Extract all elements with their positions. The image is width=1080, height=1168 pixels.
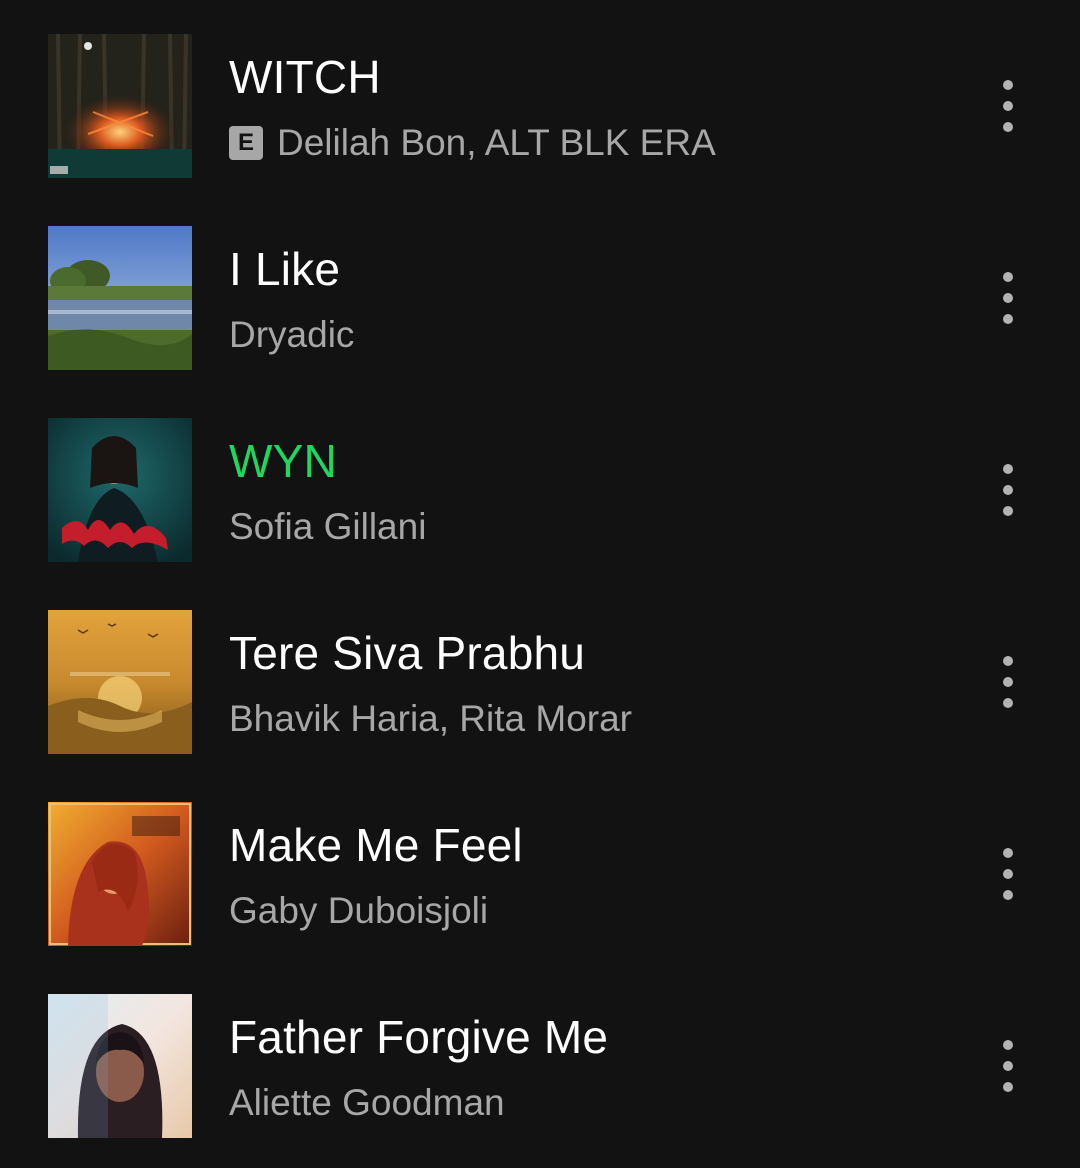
track-artists: Bhavik Haria, Rita Morar bbox=[229, 698, 633, 739]
wyn-cover-art bbox=[48, 418, 192, 562]
more-vertical-icon-dot bbox=[1003, 1061, 1013, 1071]
track-row-witch[interactable]: WITCH E Delilah Bon, ALT BLK ERA bbox=[0, 0, 1080, 192]
track-row-tere-siva-prabhu[interactable]: Tere Siva Prabhu Bhavik Haria, Rita Mora… bbox=[0, 576, 1080, 768]
track-title: Father Forgive Me bbox=[229, 1011, 609, 1063]
track-artists: Dryadic bbox=[229, 314, 355, 355]
make-me-feel-cover-art bbox=[48, 802, 192, 946]
more-vertical-icon-dot bbox=[1003, 314, 1013, 324]
more-vertical-icon-dot bbox=[1003, 1082, 1013, 1092]
track-title-now-playing: WYN bbox=[229, 435, 337, 487]
more-options-button[interactable] bbox=[982, 1026, 1034, 1106]
more-options-button[interactable] bbox=[982, 66, 1034, 146]
album-cover-wyn[interactable] bbox=[48, 418, 192, 562]
more-options-button[interactable] bbox=[982, 642, 1034, 722]
more-vertical-icon-dot bbox=[1003, 293, 1013, 303]
track-subtitle: Bhavik Haria, Rita Morar bbox=[229, 696, 632, 742]
more-vertical-icon-dot bbox=[1003, 506, 1013, 516]
more-vertical-icon-dot bbox=[1003, 485, 1013, 495]
track-list: WITCH E Delilah Bon, ALT BLK ERA I Like … bbox=[0, 0, 1080, 1168]
track-artists: Sofia Gillani bbox=[229, 506, 427, 547]
track-subtitle: Aliette Goodman bbox=[229, 1080, 505, 1126]
album-cover-make-me-feel[interactable] bbox=[48, 802, 192, 946]
album-cover-father-forgive-me[interactable] bbox=[48, 994, 192, 1138]
i-like-cover-art bbox=[48, 226, 192, 370]
more-vertical-icon-dot bbox=[1003, 101, 1013, 111]
track-subtitle: Sofia Gillani bbox=[229, 504, 426, 550]
track-title: Tere Siva Prabhu bbox=[229, 627, 586, 679]
more-options-button[interactable] bbox=[982, 834, 1034, 914]
more-vertical-icon bbox=[1003, 464, 1013, 474]
track-title: WITCH bbox=[229, 51, 381, 103]
album-cover-tere-siva-prabhu[interactable] bbox=[48, 610, 192, 754]
more-options-button[interactable] bbox=[982, 450, 1034, 530]
more-vertical-icon bbox=[1003, 1040, 1013, 1050]
father-forgive-me-cover-art bbox=[48, 994, 192, 1138]
album-cover-i-like[interactable] bbox=[48, 226, 192, 370]
track-row-i-like[interactable]: I Like Dryadic bbox=[0, 192, 1080, 384]
track-title: Make Me Feel bbox=[229, 819, 523, 871]
more-vertical-icon-dot bbox=[1003, 890, 1013, 900]
more-vertical-icon bbox=[1003, 848, 1013, 858]
track-subtitle: Gaby Duboisjoli bbox=[229, 888, 488, 934]
more-vertical-icon-dot bbox=[1003, 869, 1013, 879]
track-subtitle: Dryadic bbox=[229, 312, 354, 358]
track-artists: Aliette Goodman bbox=[229, 1082, 505, 1123]
more-vertical-icon-dot bbox=[1003, 122, 1013, 132]
track-row-make-me-feel[interactable]: Make Me Feel Gaby Duboisjoli bbox=[0, 768, 1080, 960]
witch-cover-art bbox=[48, 34, 192, 178]
more-vertical-icon-dot bbox=[1003, 698, 1013, 708]
explicit-icon: E bbox=[229, 126, 263, 160]
track-artists: Delilah Bon, ALT BLK ERA bbox=[277, 122, 716, 163]
track-row-wyn[interactable]: WYN Sofia Gillani bbox=[0, 384, 1080, 576]
tere-siva-prabhu-cover-art bbox=[48, 610, 192, 754]
more-vertical-icon bbox=[1003, 656, 1013, 666]
track-subtitle: E Delilah Bon, ALT BLK ERA bbox=[229, 120, 716, 166]
track-row-father-forgive-me[interactable]: Father Forgive Me Aliette Goodman bbox=[0, 960, 1080, 1152]
track-artists: Gaby Duboisjoli bbox=[229, 890, 489, 931]
album-cover-witch[interactable] bbox=[48, 34, 192, 178]
more-options-button[interactable] bbox=[982, 258, 1034, 338]
track-title: I Like bbox=[229, 243, 341, 295]
more-vertical-icon bbox=[1003, 80, 1013, 90]
more-vertical-icon-dot bbox=[1003, 677, 1013, 687]
more-vertical-icon bbox=[1003, 272, 1013, 282]
